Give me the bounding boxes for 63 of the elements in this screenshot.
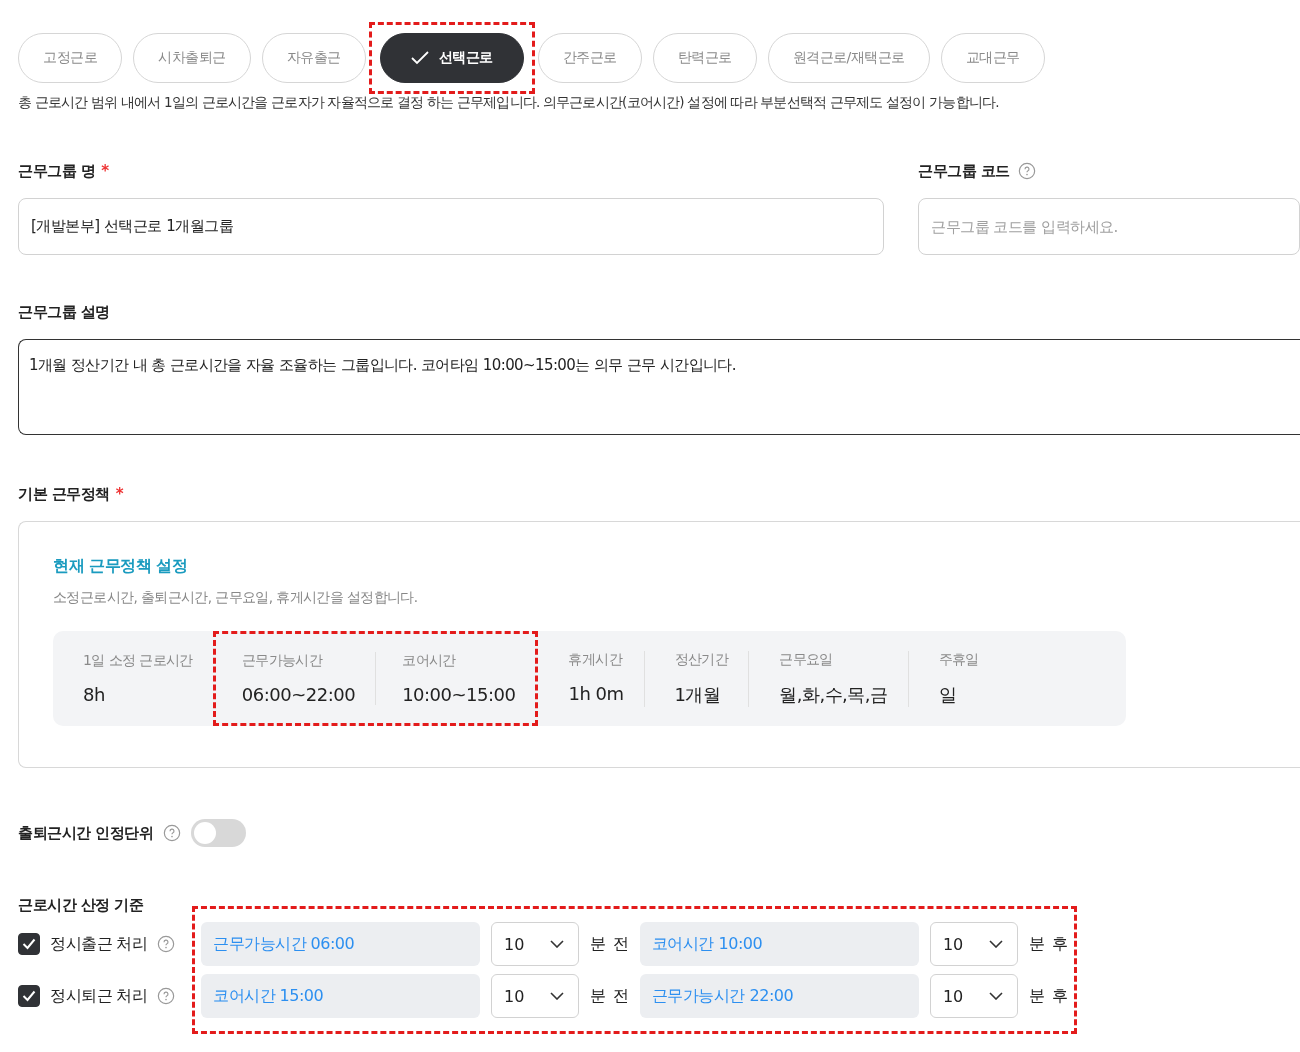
summary-label: 주휴일 bbox=[938, 650, 979, 669]
checkbox[interactable] bbox=[18, 933, 40, 955]
filter-tab[interactable]: 교대근무 bbox=[940, 33, 1045, 83]
summary-label: 코어시간 bbox=[402, 652, 457, 670]
group-code-field[interactable]: 근무그룹 코드를 입력하세요. bbox=[918, 198, 1300, 255]
unit-label: 분 전 bbox=[590, 985, 629, 1007]
help-icon[interactable] bbox=[1017, 162, 1036, 180]
field-label: 기본 근무정책 bbox=[18, 484, 110, 504]
field-label: 출퇴근시간 인정단위 bbox=[18, 823, 154, 843]
unit-label: 분 후 bbox=[1028, 933, 1068, 955]
summary-value: 10:00~15:00 bbox=[402, 684, 516, 705]
summary-label: 휴게시간 bbox=[568, 650, 624, 669]
field-label: 근무그룹 코드 bbox=[918, 161, 1010, 181]
field-label: 근로시간 산정 기준 bbox=[18, 895, 144, 915]
checkbox[interactable] bbox=[18, 985, 40, 1007]
check-icon bbox=[410, 51, 429, 65]
time-reference-field: 코어시간 15:00 bbox=[201, 974, 480, 1018]
unit-label: 분 전 bbox=[590, 933, 629, 955]
chevron-down-icon bbox=[988, 940, 1003, 948]
check-icon bbox=[22, 990, 36, 1002]
time-reference-field: 근무가능시간 06:00 bbox=[201, 922, 480, 966]
toggle-switch[interactable] bbox=[191, 819, 247, 847]
tab-description: 총 근로시간 범위 내에서 1일의 근로시간을 근로자가 자율적으로 결정 하는 근무제입니다. 의무근로시간(코어시간) 설정에 따라 부분선택적 근무제도 설정이 가능합니다. bbox=[18, 94, 1000, 112]
chevron-down-icon bbox=[988, 992, 1003, 1000]
filter-tab[interactable]: 자유출근 bbox=[261, 33, 366, 83]
field-label: 근무그룹 명 bbox=[18, 161, 96, 181]
summary-value: 8h bbox=[83, 684, 106, 705]
filter-tab[interactable]: 원격근로/재택근로 bbox=[767, 33, 930, 83]
help-icon[interactable] bbox=[157, 935, 176, 953]
chevron-down-icon bbox=[550, 992, 564, 1000]
filter-tab[interactable]: 선택근로 bbox=[379, 33, 524, 83]
summary-value: 일 bbox=[938, 682, 958, 707]
filter-tab[interactable]: 시차출퇴근 bbox=[133, 33, 251, 83]
chevron-down-icon bbox=[550, 940, 564, 948]
summary-value: 06:00~22:00 bbox=[241, 684, 356, 705]
field-label: 근무그룹 설명 bbox=[18, 302, 110, 322]
help-icon[interactable] bbox=[163, 824, 182, 842]
unit-label: 분 후 bbox=[1028, 985, 1068, 1007]
minutes-select[interactable]: 10 bbox=[929, 922, 1018, 966]
minutes-select[interactable]: 10 bbox=[929, 974, 1018, 1018]
summary-label: 정산기간 bbox=[674, 650, 729, 669]
group-name-field[interactable]: [개발본부] 선택근로 1개월그룹 bbox=[18, 198, 884, 255]
minutes-select[interactable]: 10 bbox=[491, 922, 579, 966]
summary-value: 1개월 bbox=[674, 682, 722, 707]
summary-value: 1h 0m bbox=[568, 682, 624, 704]
check-icon bbox=[22, 938, 36, 950]
summary-label: 1일 소정 근로시간 bbox=[83, 652, 193, 670]
checkbox-label: 정시출근 처리 bbox=[50, 933, 148, 955]
summary-label: 근무가능시간 bbox=[241, 652, 324, 670]
summary-label: 근무요일 bbox=[779, 650, 834, 669]
summary-value: 월,화,수,목,금 bbox=[779, 682, 888, 707]
checkbox-label: 정시퇴근 처리 bbox=[50, 985, 148, 1007]
help-icon[interactable] bbox=[157, 987, 176, 1005]
minutes-select[interactable]: 10 bbox=[491, 974, 579, 1018]
policy-title: 현재 근무정책 설정 bbox=[53, 556, 189, 577]
time-reference-field: 근무가능시간 22:00 bbox=[639, 974, 919, 1018]
filter-tab[interactable]: 고정근로 bbox=[18, 33, 122, 83]
description-field[interactable]: 1개월 정산기간 내 총 근로시간을 자율 조율하는 그룹입니다. 코어타임 10:00~15:00는 의무 근무 시간입니다. bbox=[18, 339, 1300, 435]
required-mark: * bbox=[115, 485, 124, 503]
time-reference-field: 코어시간 10:00 bbox=[639, 922, 919, 966]
policy-subtitle: 소정근로시간, 출퇴근시간, 근무요일, 휴게시간을 설정합니다. bbox=[53, 589, 419, 607]
filter-tab[interactable]: 간주근로 bbox=[537, 33, 642, 83]
required-mark: * bbox=[101, 162, 109, 180]
